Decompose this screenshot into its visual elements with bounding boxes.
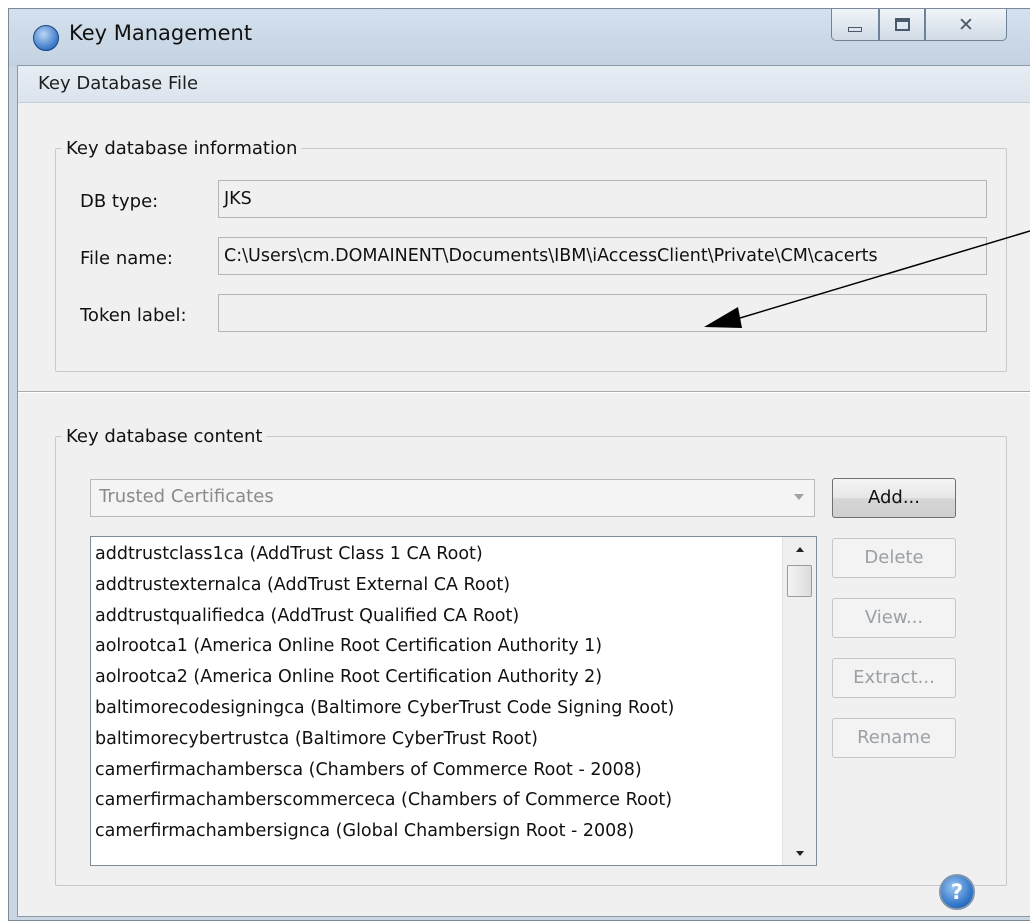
key-management-window: Key Management ✕ Key Database File Key d…: [8, 8, 1030, 921]
db-type-field[interactable]: JKS: [218, 180, 987, 218]
add-button[interactable]: Add...: [832, 478, 956, 518]
delete-button[interactable]: Delete: [832, 538, 956, 578]
rename-button[interactable]: Rename: [832, 718, 956, 758]
menu-bar: Key Database File: [18, 66, 1030, 103]
file-name-label: File name:: [80, 248, 173, 269]
list-item[interactable]: baltimorecodesigningca (Baltimore CyberT…: [95, 693, 775, 724]
arrow-down-icon: [795, 850, 804, 856]
chevron-down-icon: [794, 494, 804, 500]
list-item[interactable]: baltimorecybertrustca (Baltimore CyberTr…: [95, 724, 775, 755]
certificate-type-selected: Trusted Certificates: [99, 486, 274, 507]
help-icon: ?: [950, 880, 964, 904]
certificate-list[interactable]: addtrustclass1ca (AddTrust Class 1 CA Ro…: [90, 536, 817, 866]
token-label-field[interactable]: [218, 294, 987, 332]
scroll-down-button[interactable]: [783, 841, 816, 865]
file-name-field[interactable]: C:\Users\cm.DOMAINENT\Documents\IBM\iAcc…: [218, 237, 987, 275]
arrow-up-icon: [795, 546, 804, 552]
list-item[interactable]: addtrustclass1ca (AddTrust Class 1 CA Ro…: [95, 539, 775, 570]
title-bar[interactable]: Key Management ✕: [9, 9, 1030, 67]
scroll-up-button[interactable]: [783, 537, 816, 561]
close-icon: ✕: [958, 13, 974, 36]
dialog-client-area: Key Database File Key database informati…: [17, 65, 1030, 917]
help-button[interactable]: ?: [939, 874, 975, 910]
list-item[interactable]: aolrootca2 (America Online Root Certific…: [95, 662, 775, 693]
view-button[interactable]: View...: [832, 598, 956, 638]
scrollbar-thumb[interactable]: [787, 565, 812, 597]
menu-key-database-file[interactable]: Key Database File: [38, 73, 198, 94]
certificate-list-items: addtrustclass1ca (AddTrust Class 1 CA Ro…: [95, 539, 775, 847]
list-item[interactable]: camerfirmachambersca (Chambers of Commer…: [95, 755, 775, 786]
section-divider: [18, 391, 1030, 393]
list-item[interactable]: aolrootca1 (America Online Root Certific…: [95, 631, 775, 662]
maximize-icon: [894, 18, 910, 31]
list-item[interactable]: addtrustqualifiedca (AddTrust Qualified …: [95, 601, 775, 632]
certificate-type-dropdown[interactable]: Trusted Certificates: [90, 479, 815, 517]
key-management-app-icon: [33, 25, 59, 51]
vertical-scrollbar[interactable]: [782, 537, 816, 865]
list-item[interactable]: addtrustexternalca (AddTrust External CA…: [95, 570, 775, 601]
db-type-label: DB type:: [80, 191, 159, 212]
list-item[interactable]: camerfirmachambersignca (Global Chambers…: [95, 816, 775, 847]
group-legend-information: Key database information: [66, 138, 298, 159]
close-button[interactable]: ✕: [925, 9, 1007, 41]
maximize-button[interactable]: [879, 9, 925, 41]
list-item[interactable]: camerfirmachamberscommerceca (Chambers o…: [95, 785, 775, 816]
minimize-button[interactable]: [831, 9, 879, 41]
extract-button[interactable]: Extract...: [832, 658, 956, 698]
window-title: Key Management: [69, 21, 253, 45]
token-label-label: Token label:: [80, 305, 187, 326]
minimize-icon: [848, 27, 862, 32]
group-legend-content: Key database content: [66, 426, 263, 447]
